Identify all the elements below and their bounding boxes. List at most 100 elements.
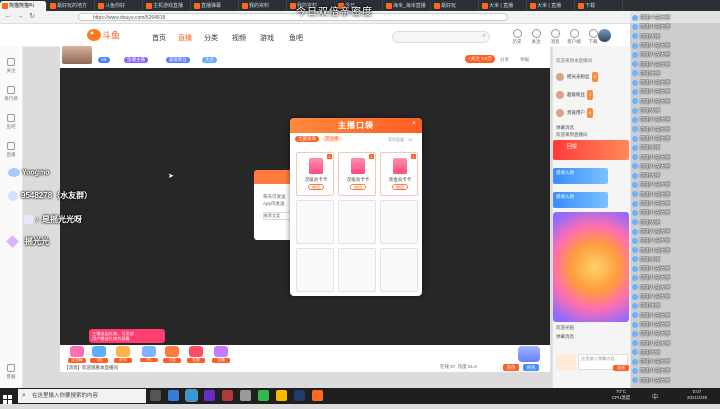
app-task-icon[interactable] bbox=[312, 390, 323, 401]
rank-item[interactable]: 摇光光粉丝 8 bbox=[556, 72, 628, 82]
browser-tab[interactable]: 海米_海米直播 bbox=[384, 1, 431, 11]
chat-red-banner[interactable]: 回报 bbox=[553, 140, 629, 160]
site-search-input[interactable]: ⌕ bbox=[392, 31, 490, 43]
emoji-icon[interactable] bbox=[556, 354, 576, 370]
nav-live[interactable]: 直播 bbox=[178, 33, 192, 43]
heart-icon bbox=[7, 58, 15, 66]
use-button[interactable]: 使用 bbox=[392, 184, 408, 190]
browser-task-icon[interactable] bbox=[168, 390, 179, 401]
browser-tab[interactable]: 最好玩的地方 bbox=[48, 1, 95, 11]
tab-favicon-icon bbox=[530, 3, 536, 9]
task-view-icon[interactable] bbox=[150, 390, 161, 401]
browser-tab[interactable]: 熊猫熊猫叫 bbox=[0, 1, 47, 11]
backpack-button[interactable]: 背包 bbox=[523, 364, 539, 371]
browser-tab[interactable]: 大米 | 直播 bbox=[480, 1, 527, 11]
danmu-message: 感谢八戒大佬 bbox=[632, 79, 718, 88]
back-button[interactable]: ← bbox=[4, 13, 12, 21]
follow-button[interactable]: +关注 3.9万 bbox=[465, 55, 495, 63]
app-task-icon[interactable] bbox=[240, 390, 251, 401]
browser-tab[interactable]: 我的资料 bbox=[240, 1, 287, 11]
rank-item[interactable]: 贵族用户 6 bbox=[556, 108, 628, 118]
tv-icon bbox=[24, 215, 33, 225]
sidebar-item-rank[interactable]: 排行榜 bbox=[1, 86, 21, 102]
item-card[interactable]: 1 次级贡卡卡 使用 bbox=[296, 152, 334, 196]
danmu-message: 感谢八戒大佬 bbox=[632, 274, 718, 283]
nav-category[interactable]: 分类 bbox=[204, 33, 218, 43]
gift-item[interactable]: 荧光棒 bbox=[68, 346, 86, 363]
svg-text:斗鱼: 斗鱼 bbox=[102, 30, 120, 42]
steam-icon[interactable] bbox=[294, 390, 305, 401]
clock[interactable]: 0:07 2021/2/28 bbox=[676, 389, 718, 401]
avatar bbox=[632, 228, 638, 235]
sidebar-item-fishbar[interactable]: 鱼吧 bbox=[1, 114, 21, 130]
avatar bbox=[632, 42, 638, 49]
browser-tab[interactable]: 斗鱼你好 bbox=[96, 1, 143, 11]
browser-tab[interactable]: 主机游戏直播 bbox=[144, 1, 191, 11]
report-button[interactable]: 举报 bbox=[520, 57, 529, 63]
recharge-button[interactable]: 充值 bbox=[503, 364, 519, 371]
forward-button[interactable]: → bbox=[16, 13, 24, 21]
browser-tab[interactable]: 下载 bbox=[576, 1, 623, 11]
gift-item[interactable]: 火箭 bbox=[163, 346, 181, 363]
avatar bbox=[632, 79, 638, 86]
tab-glowstick[interactable]: 荧光棒 bbox=[322, 136, 342, 142]
mouse-cursor-icon: ➤ bbox=[168, 173, 174, 180]
app-task-icon[interactable] bbox=[222, 390, 233, 401]
avatar bbox=[632, 377, 638, 384]
gift-item[interactable]: PK bbox=[140, 346, 158, 363]
wechat-icon[interactable] bbox=[258, 390, 269, 401]
item-card[interactable]: 1 次级贡卡卡 使用 bbox=[338, 152, 376, 196]
avatar bbox=[632, 265, 638, 272]
ime-indicator[interactable]: 中 bbox=[652, 392, 658, 401]
avatar bbox=[632, 237, 638, 244]
avatar bbox=[632, 98, 638, 105]
address-bar[interactable]: https://www.douyu.com/5264818 bbox=[78, 13, 508, 21]
refresh-button[interactable]: ↻ bbox=[28, 13, 36, 21]
danmu-message: 感谢八戒大佬 bbox=[632, 265, 718, 274]
nav-video[interactable]: 视频 bbox=[232, 33, 246, 43]
avatar bbox=[632, 284, 638, 291]
streamer-avatar[interactable] bbox=[62, 46, 92, 64]
send-button[interactable]: 发送 bbox=[613, 365, 629, 371]
nav-home[interactable]: 首页 bbox=[152, 33, 166, 43]
use-button[interactable]: 使用 bbox=[308, 184, 324, 190]
tab-all-items[interactable]: 全部道具 bbox=[295, 136, 319, 142]
browser-tab[interactable]: 大米 | 直播 bbox=[528, 1, 575, 11]
app-task-icon[interactable] bbox=[204, 390, 215, 401]
browser-tab[interactable]: 直播弹幕 bbox=[192, 1, 239, 11]
tab-favicon-icon bbox=[146, 3, 152, 9]
rank-item[interactable]: 超级粉丝 7 bbox=[556, 90, 628, 100]
nav-fishbar[interactable]: 鱼吧 bbox=[289, 33, 303, 43]
card-item-icon bbox=[393, 158, 407, 174]
card-item-icon bbox=[351, 158, 365, 174]
close-icon[interactable]: × bbox=[412, 120, 416, 127]
gift-item[interactable]: 办卡 bbox=[114, 346, 132, 363]
user-avatar[interactable] bbox=[598, 29, 611, 42]
gift-item[interactable]: 飞机 bbox=[90, 346, 108, 363]
item-card[interactable]: 1 黑金贡卡卡 使用 bbox=[380, 152, 418, 196]
browser-tab[interactable]: 最好玩 bbox=[432, 1, 479, 11]
sidebar-item-follow[interactable]: 关注 bbox=[1, 58, 21, 74]
sidebar-item-live[interactable]: 直播 bbox=[1, 142, 21, 158]
gift-animation bbox=[553, 212, 629, 322]
gift-item[interactable]: 礼物 bbox=[187, 346, 205, 363]
nav-games[interactable]: 游戏 bbox=[260, 33, 274, 43]
taskbar-search[interactable]: ⌕ 在这里输入你要搜索的内容 bbox=[18, 389, 146, 403]
use-button[interactable]: 使用 bbox=[350, 184, 366, 190]
app-task-icon[interactable] bbox=[276, 390, 287, 401]
gift-toast[interactable]: 主播送出礼物，可发放 用户赠送礼物为观看 bbox=[89, 329, 165, 343]
app-task-icon[interactable] bbox=[185, 389, 198, 402]
danmu-message: 感谢八戒大佬 bbox=[632, 209, 718, 218]
start-button[interactable] bbox=[3, 391, 12, 404]
treasure-chest-icon[interactable] bbox=[518, 346, 540, 362]
danmu-message: 感谢八戒大佬 bbox=[632, 51, 718, 60]
trophy-icon bbox=[7, 86, 15, 94]
sidebar-item-service[interactable]: 客服 bbox=[1, 364, 21, 380]
danmu-message: 感谢八戒大佬 bbox=[632, 293, 718, 302]
share-button[interactable]: 分享 bbox=[500, 57, 509, 63]
avatar bbox=[632, 358, 638, 365]
site-logo[interactable]: 斗鱼 bbox=[86, 27, 126, 43]
gift-item[interactable]: 宝箱 bbox=[212, 346, 230, 363]
danmu-message: 感谢八戒大佬 bbox=[632, 42, 718, 51]
gift-icon bbox=[214, 346, 228, 357]
